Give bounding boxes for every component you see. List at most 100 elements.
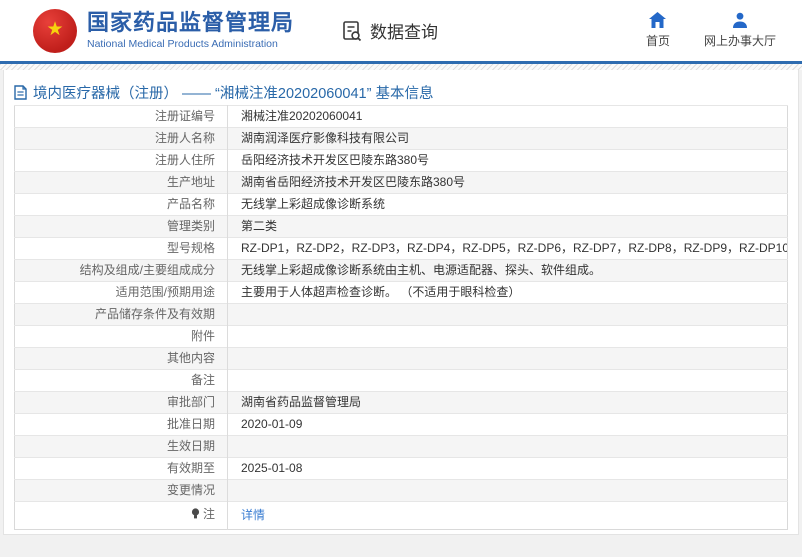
content-card: 境内医疗器械（注册） —— “湘械注准20202060041” 基本信息 注册证… [3,70,799,535]
row-label-cell: 产品储存条件及有效期 [15,304,228,326]
page-title-row: 境内医疗器械（注册） —— “湘械注准20202060041” 基本信息 [14,79,788,105]
row-value: 湖南省岳阳经济技术开发区巴陵东路380号 [228,172,788,194]
row-label: 适用范围/预期用途 [116,285,215,299]
row-label-cell: 其他内容 [15,348,228,370]
row-label: 变更情况 [167,483,215,497]
note-icon [191,508,200,524]
table-row: 变更情况 [15,480,788,502]
row-value [228,436,788,458]
data-query-label: 数据查询 [370,18,438,43]
national-emblem-icon: ★ [33,9,77,53]
page-title: 境内医疗器械（注册） —— “湘械注准20202060041” 基本信息 [33,82,433,103]
row-label-cell: 适用范围/预期用途 [15,282,228,304]
nav-service-hall-label: 网上办事大厅 [704,32,776,49]
table-row: 有效期至 2025-01-08 [15,458,788,480]
table-row: 结构及组成/主要组成成分 无线掌上彩超成像诊断系统由主机、电源适配器、探头、软件… [15,260,788,282]
table-row: 型号规格 RZ-DP1，RZ-DP2，RZ-DP3，RZ-DP4，RZ-DP5，… [15,238,788,260]
nav-home-label: 首页 [646,32,670,49]
table-row: 生效日期 [15,436,788,458]
row-label-cell: 变更情况 [15,480,228,502]
row-label: 注册证编号 [155,109,215,123]
row-value: 2020-01-09 [228,414,788,436]
row-label-cell: 注册人住所 [15,150,228,172]
row-label-cell: 产品名称 [15,194,228,216]
row-label-cell: 注册人名称 [15,128,228,150]
row-label: 注 [203,507,215,521]
table-row: 附件 [15,326,788,348]
table-row: 适用范围/预期用途 主要用于人体超声检查诊断。 （不适用于眼科检查） [15,282,788,304]
table-row: 注册人住所 岳阳经济技术开发区巴陵东路380号 [15,150,788,172]
star-icon: ★ [46,20,63,39]
page-icon [14,85,33,100]
row-value [228,348,788,370]
table-row: 注册证编号 湘械注准20202060041 [15,106,788,128]
row-label-cell: 管理类别 [15,216,228,238]
doc-search-icon [340,19,364,43]
top-header: ★ 国家药品监督管理局 National Medical Products Ad… [0,0,802,61]
top-nav: 首页 网上办事大厅 [646,12,776,49]
row-label-cell: 型号规格 [15,238,228,260]
nav-item-home[interactable]: 首页 [646,12,670,49]
row-value [228,480,788,502]
table-row: 备注 [15,370,788,392]
row-label-cell: 备注 [15,370,228,392]
table-row: 产品储存条件及有效期 [15,304,788,326]
table-row: 注 详情 [15,502,788,530]
row-label: 生产地址 [167,175,215,189]
row-label: 管理类别 [167,219,215,233]
row-value: 2025-01-08 [228,458,788,480]
row-label-cell: 生产地址 [15,172,228,194]
row-value: 第二类 [228,216,788,238]
row-label-cell: 有效期至 [15,458,228,480]
row-label: 生效日期 [167,439,215,453]
row-label: 备注 [191,373,215,387]
data-query-section[interactable]: 数据查询 [340,18,438,43]
nmpa-logo[interactable]: ★ 国家药品监督管理局 National Medical Products Ad… [33,9,294,53]
row-value: 湖南省药品监督管理局 [228,392,788,414]
row-value [228,370,788,392]
nav-item-service-hall[interactable]: 网上办事大厅 [704,12,776,49]
row-value [228,326,788,348]
user-icon [732,12,748,32]
row-label: 型号规格 [167,241,215,255]
row-label: 产品名称 [167,197,215,211]
row-value: 无线掌上彩超成像诊断系统由主机、电源适配器、探头、软件组成。 [228,260,788,282]
row-value: 岳阳经济技术开发区巴陵东路380号 [228,150,788,172]
row-value: 无线掌上彩超成像诊断系统 [228,194,788,216]
org-name-block: 国家药品监督管理局 National Medical Products Admi… [87,11,294,50]
row-label: 有效期至 [167,461,215,475]
row-label: 产品储存条件及有效期 [95,307,215,321]
row-value: 主要用于人体超声检查诊断。 （不适用于眼科检查） [228,282,788,304]
table-row: 管理类别 第二类 [15,216,788,238]
row-value: RZ-DP1，RZ-DP2，RZ-DP3，RZ-DP4，RZ-DP5，RZ-DP… [228,238,788,260]
org-name-cn: 国家药品监督管理局 [87,11,294,35]
row-label: 注册人住所 [155,153,215,167]
row-label: 其他内容 [167,351,215,365]
row-label-cell: 审批部门 [15,392,228,414]
registration-info-table: 注册证编号 湘械注准20202060041 注册人名称 湖南润泽医疗影像科技有限… [14,105,788,530]
row-label-cell: 批准日期 [15,414,228,436]
table-row: 其他内容 [15,348,788,370]
row-label-cell: 注 [15,502,228,530]
info-table-body: 注册证编号 湘械注准20202060041 注册人名称 湖南润泽医疗影像科技有限… [15,106,788,530]
table-row: 生产地址 湖南省岳阳经济技术开发区巴陵东路380号 [15,172,788,194]
row-value [228,304,788,326]
home-icon [649,12,666,32]
table-row: 注册人名称 湖南润泽医疗影像科技有限公司 [15,128,788,150]
row-label-cell: 注册证编号 [15,106,228,128]
row-label-cell: 附件 [15,326,228,348]
row-value: 湘械注准20202060041 [228,106,788,128]
table-row: 批准日期 2020-01-09 [15,414,788,436]
org-name-en: National Medical Products Administration [87,38,294,50]
row-value: 湖南润泽医疗影像科技有限公司 [228,128,788,150]
row-label: 结构及组成/主要组成成分 [80,263,215,277]
table-row: 审批部门 湖南省药品监督管理局 [15,392,788,414]
row-label: 批准日期 [167,417,215,431]
table-row: 产品名称 无线掌上彩超成像诊断系统 [15,194,788,216]
detail-link[interactable]: 详情 [228,502,788,530]
row-label: 附件 [191,329,215,343]
row-label-cell: 结构及组成/主要组成成分 [15,260,228,282]
row-label-cell: 生效日期 [15,436,228,458]
row-label: 注册人名称 [155,131,215,145]
row-label: 审批部门 [167,395,215,409]
